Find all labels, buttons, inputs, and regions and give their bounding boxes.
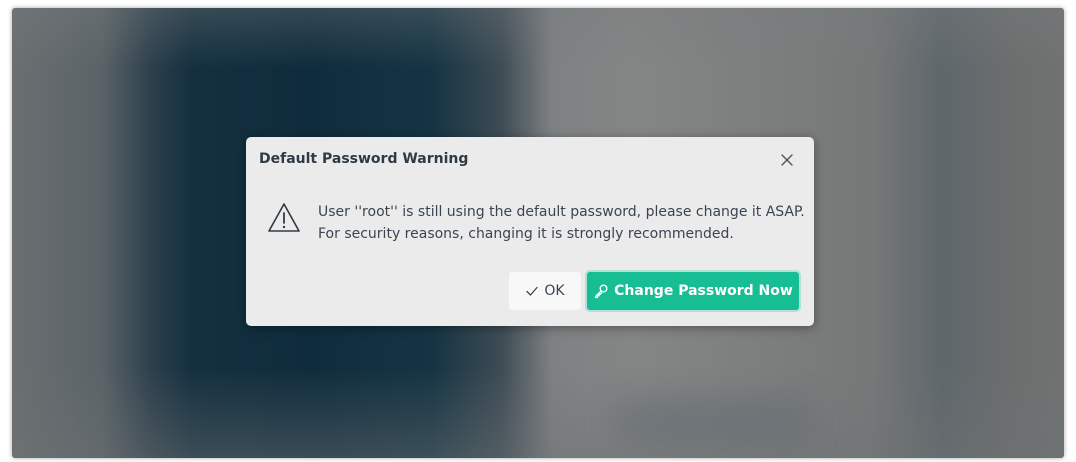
close-button[interactable]: [777, 150, 797, 170]
warning-message-line-2: For security reasons, changing it is str…: [318, 226, 734, 242]
change-password-now-label: Change Password Now: [614, 283, 793, 299]
ok-button-label: OK: [544, 283, 565, 299]
background-haze-bottom: [12, 368, 1064, 458]
warning-icon: [266, 201, 302, 235]
dialog-title: Default Password Warning: [259, 151, 469, 167]
warning-message: User ''root'' is still using the default…: [318, 201, 805, 245]
key-icon: [593, 283, 609, 299]
background-blur-shape: [612, 398, 812, 448]
close-icon: [781, 154, 793, 166]
default-password-warning-dialog: Default Password Warning User ''root'' i…: [246, 137, 814, 326]
warning-message-line-1: User ''root'' is still using the default…: [318, 204, 805, 220]
ok-button[interactable]: OK: [509, 272, 581, 310]
background-haze-top: [12, 8, 1064, 68]
checkmark-icon: [525, 284, 539, 298]
change-password-now-button[interactable]: Change Password Now: [587, 272, 799, 310]
